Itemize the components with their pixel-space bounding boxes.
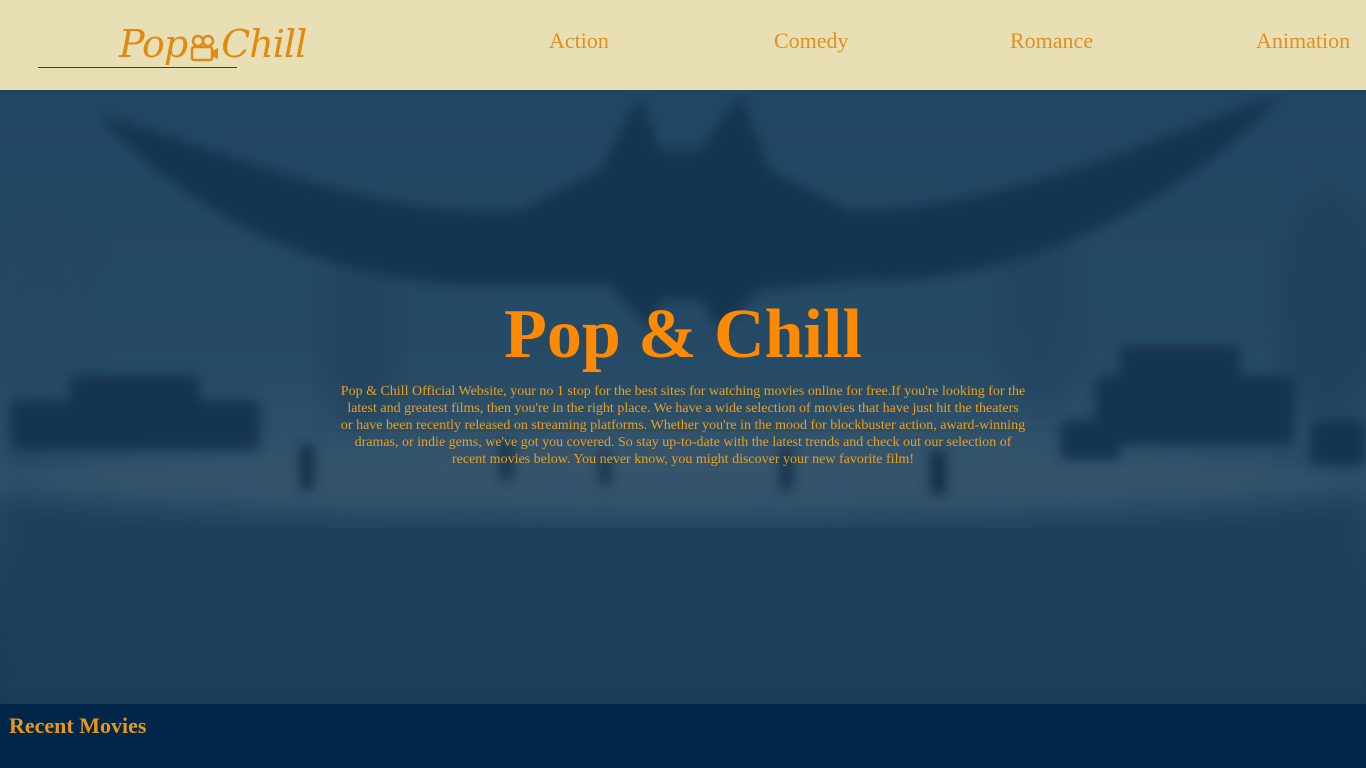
- logo-text-pop: Pop: [119, 22, 188, 66]
- nav-link-animation[interactable]: Animation: [1256, 28, 1350, 54]
- site-logo[interactable]: Pop Chill: [119, 18, 307, 70]
- nav-link-comedy[interactable]: Comedy: [774, 28, 849, 54]
- nav-link-romance[interactable]: Romance: [1010, 28, 1093, 54]
- recent-movies-heading: Recent Movies: [9, 713, 147, 738]
- movie-camera-icon: [189, 29, 219, 62]
- hero-title: Pop & Chill: [504, 296, 862, 373]
- nav-link-action[interactable]: Action: [549, 28, 609, 54]
- recent-movies-section: Recent Movies: [0, 704, 1366, 768]
- hero-banner: Pop & Chill Pop & Chill Official Website…: [0, 90, 1366, 704]
- logo-underline: [38, 67, 237, 68]
- hero-description: Pop & Chill Official Website, your no 1 …: [340, 384, 1026, 467]
- site-header: Pop Chill Action Comedy Romance Animatio…: [0, 0, 1366, 90]
- logo-text-chill: Chill: [221, 22, 307, 66]
